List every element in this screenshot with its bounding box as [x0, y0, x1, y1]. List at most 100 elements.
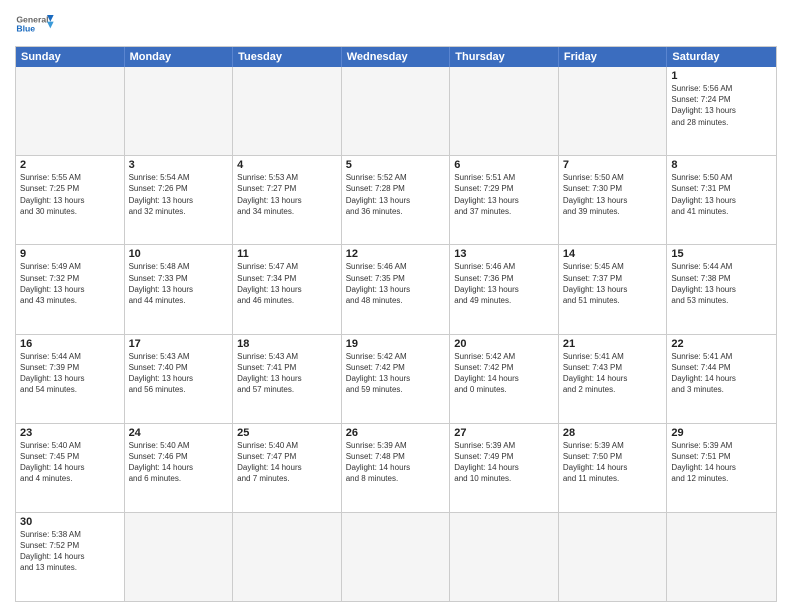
day-cell: 9Sunrise: 5:49 AM Sunset: 7:32 PM Daylig… [16, 245, 125, 333]
day-cell [233, 513, 342, 601]
day-cell [450, 67, 559, 155]
day-cell [450, 513, 559, 601]
day-info: Sunrise: 5:39 AM Sunset: 7:48 PM Dayligh… [346, 440, 446, 485]
day-cell: 16Sunrise: 5:44 AM Sunset: 7:39 PM Dayli… [16, 335, 125, 423]
day-info: Sunrise: 5:39 AM Sunset: 7:51 PM Dayligh… [671, 440, 772, 485]
day-info: Sunrise: 5:39 AM Sunset: 7:49 PM Dayligh… [454, 440, 554, 485]
day-cell: 2Sunrise: 5:55 AM Sunset: 7:25 PM Daylig… [16, 156, 125, 244]
day-cell: 25Sunrise: 5:40 AM Sunset: 7:47 PM Dayli… [233, 424, 342, 512]
week-row: 2Sunrise: 5:55 AM Sunset: 7:25 PM Daylig… [16, 156, 776, 245]
day-number: 20 [454, 338, 554, 350]
day-number: 11 [237, 248, 337, 260]
day-cell: 6Sunrise: 5:51 AM Sunset: 7:29 PM Daylig… [450, 156, 559, 244]
logo: General Blue [15, 10, 55, 40]
day-cell: 17Sunrise: 5:43 AM Sunset: 7:40 PM Dayli… [125, 335, 234, 423]
day-cell: 26Sunrise: 5:39 AM Sunset: 7:48 PM Dayli… [342, 424, 451, 512]
day-number: 17 [129, 338, 229, 350]
day-number: 28 [563, 427, 663, 439]
day-number: 1 [671, 70, 772, 82]
day-header: Friday [559, 47, 668, 67]
day-cell: 15Sunrise: 5:44 AM Sunset: 7:38 PM Dayli… [667, 245, 776, 333]
day-info: Sunrise: 5:47 AM Sunset: 7:34 PM Dayligh… [237, 261, 337, 306]
day-info: Sunrise: 5:46 AM Sunset: 7:36 PM Dayligh… [454, 261, 554, 306]
day-info: Sunrise: 5:41 AM Sunset: 7:43 PM Dayligh… [563, 351, 663, 396]
svg-text:Blue: Blue [16, 24, 35, 34]
day-number: 18 [237, 338, 337, 350]
day-info: Sunrise: 5:43 AM Sunset: 7:41 PM Dayligh… [237, 351, 337, 396]
day-info: Sunrise: 5:49 AM Sunset: 7:32 PM Dayligh… [20, 261, 120, 306]
day-headers: SundayMondayTuesdayWednesdayThursdayFrid… [16, 47, 776, 67]
day-cell [667, 513, 776, 601]
header: General Blue [15, 10, 777, 40]
day-number: 30 [20, 516, 120, 528]
day-info: Sunrise: 5:51 AM Sunset: 7:29 PM Dayligh… [454, 172, 554, 217]
day-cell: 4Sunrise: 5:53 AM Sunset: 7:27 PM Daylig… [233, 156, 342, 244]
week-row: 9Sunrise: 5:49 AM Sunset: 7:32 PM Daylig… [16, 245, 776, 334]
day-info: Sunrise: 5:41 AM Sunset: 7:44 PM Dayligh… [671, 351, 772, 396]
day-info: Sunrise: 5:42 AM Sunset: 7:42 PM Dayligh… [346, 351, 446, 396]
day-cell: 7Sunrise: 5:50 AM Sunset: 7:30 PM Daylig… [559, 156, 668, 244]
day-info: Sunrise: 5:46 AM Sunset: 7:35 PM Dayligh… [346, 261, 446, 306]
day-cell: 12Sunrise: 5:46 AM Sunset: 7:35 PM Dayli… [342, 245, 451, 333]
day-cell: 1Sunrise: 5:56 AM Sunset: 7:24 PM Daylig… [667, 67, 776, 155]
day-number: 8 [671, 159, 772, 171]
day-info: Sunrise: 5:48 AM Sunset: 7:33 PM Dayligh… [129, 261, 229, 306]
day-header: Saturday [667, 47, 776, 67]
day-header: Tuesday [233, 47, 342, 67]
day-cell: 8Sunrise: 5:50 AM Sunset: 7:31 PM Daylig… [667, 156, 776, 244]
day-info: Sunrise: 5:50 AM Sunset: 7:31 PM Dayligh… [671, 172, 772, 217]
day-number: 19 [346, 338, 446, 350]
day-header: Sunday [16, 47, 125, 67]
calendar: SundayMondayTuesdayWednesdayThursdayFrid… [15, 46, 777, 602]
day-number: 9 [20, 248, 120, 260]
day-cell: 14Sunrise: 5:45 AM Sunset: 7:37 PM Dayli… [559, 245, 668, 333]
day-info: Sunrise: 5:56 AM Sunset: 7:24 PM Dayligh… [671, 83, 772, 128]
day-header: Wednesday [342, 47, 451, 67]
day-cell: 30Sunrise: 5:38 AM Sunset: 7:52 PM Dayli… [16, 513, 125, 601]
day-info: Sunrise: 5:50 AM Sunset: 7:30 PM Dayligh… [563, 172, 663, 217]
day-number: 27 [454, 427, 554, 439]
day-cell [342, 67, 451, 155]
week-row: 16Sunrise: 5:44 AM Sunset: 7:39 PM Dayli… [16, 335, 776, 424]
day-info: Sunrise: 5:45 AM Sunset: 7:37 PM Dayligh… [563, 261, 663, 306]
week-row: 23Sunrise: 5:40 AM Sunset: 7:45 PM Dayli… [16, 424, 776, 513]
day-number: 16 [20, 338, 120, 350]
day-info: Sunrise: 5:43 AM Sunset: 7:40 PM Dayligh… [129, 351, 229, 396]
day-number: 12 [346, 248, 446, 260]
day-number: 15 [671, 248, 772, 260]
svg-text:General: General [16, 14, 48, 24]
calendar-grid: 1Sunrise: 5:56 AM Sunset: 7:24 PM Daylig… [16, 67, 776, 601]
day-cell: 5Sunrise: 5:52 AM Sunset: 7:28 PM Daylig… [342, 156, 451, 244]
day-info: Sunrise: 5:52 AM Sunset: 7:28 PM Dayligh… [346, 172, 446, 217]
day-header: Thursday [450, 47, 559, 67]
day-cell [233, 67, 342, 155]
day-cell: 28Sunrise: 5:39 AM Sunset: 7:50 PM Dayli… [559, 424, 668, 512]
day-number: 4 [237, 159, 337, 171]
week-row: 1Sunrise: 5:56 AM Sunset: 7:24 PM Daylig… [16, 67, 776, 156]
day-number: 6 [454, 159, 554, 171]
day-number: 25 [237, 427, 337, 439]
day-cell: 3Sunrise: 5:54 AM Sunset: 7:26 PM Daylig… [125, 156, 234, 244]
day-info: Sunrise: 5:54 AM Sunset: 7:26 PM Dayligh… [129, 172, 229, 217]
day-info: Sunrise: 5:38 AM Sunset: 7:52 PM Dayligh… [20, 529, 120, 574]
day-cell: 11Sunrise: 5:47 AM Sunset: 7:34 PM Dayli… [233, 245, 342, 333]
day-info: Sunrise: 5:55 AM Sunset: 7:25 PM Dayligh… [20, 172, 120, 217]
day-cell: 24Sunrise: 5:40 AM Sunset: 7:46 PM Dayli… [125, 424, 234, 512]
day-cell: 13Sunrise: 5:46 AM Sunset: 7:36 PM Dayli… [450, 245, 559, 333]
day-number: 13 [454, 248, 554, 260]
day-cell [125, 513, 234, 601]
day-number: 22 [671, 338, 772, 350]
day-cell [16, 67, 125, 155]
day-cell: 20Sunrise: 5:42 AM Sunset: 7:42 PM Dayli… [450, 335, 559, 423]
day-info: Sunrise: 5:40 AM Sunset: 7:47 PM Dayligh… [237, 440, 337, 485]
day-info: Sunrise: 5:39 AM Sunset: 7:50 PM Dayligh… [563, 440, 663, 485]
day-cell: 19Sunrise: 5:42 AM Sunset: 7:42 PM Dayli… [342, 335, 451, 423]
day-cell: 18Sunrise: 5:43 AM Sunset: 7:41 PM Dayli… [233, 335, 342, 423]
day-cell [559, 513, 668, 601]
day-cell [342, 513, 451, 601]
day-info: Sunrise: 5:40 AM Sunset: 7:45 PM Dayligh… [20, 440, 120, 485]
day-cell: 23Sunrise: 5:40 AM Sunset: 7:45 PM Dayli… [16, 424, 125, 512]
week-row: 30Sunrise: 5:38 AM Sunset: 7:52 PM Dayli… [16, 513, 776, 601]
day-number: 7 [563, 159, 663, 171]
day-number: 3 [129, 159, 229, 171]
